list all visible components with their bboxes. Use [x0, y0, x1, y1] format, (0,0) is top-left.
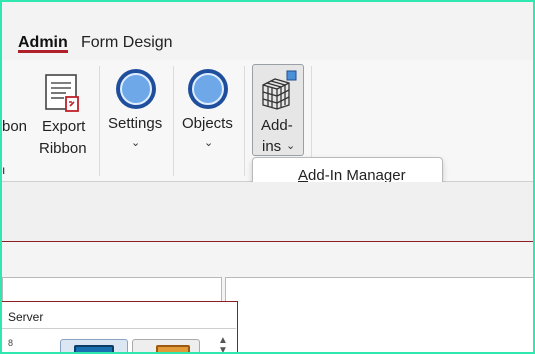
dialog-title: Server: [8, 310, 44, 324]
partial-separator-mark: ı: [2, 163, 6, 177]
server-tile-orange[interactable]: [132, 339, 200, 352]
orange-server-icon: [156, 345, 190, 352]
right-pane: [225, 277, 533, 352]
objects-label: Objects: [182, 115, 233, 132]
dialog-divider: [2, 328, 236, 329]
export-ribbon-icon: [45, 74, 79, 112]
objects-circle-icon: [188, 69, 228, 109]
app-window: Admin Form Design bon ı Export Ribbon Se…: [0, 0, 535, 354]
title-strip: [2, 2, 533, 24]
tab-form-design[interactable]: Form Design: [81, 34, 173, 52]
side-number: 8: [8, 338, 14, 348]
cube-grid-icon: [262, 70, 297, 110]
export-ribbon-label-1: Export: [42, 118, 86, 135]
chevron-down-icon: ⌄: [286, 140, 296, 152]
ribbon-separator: [244, 66, 245, 176]
export-ribbon-label-2: Ribbon: [39, 140, 87, 157]
settings-label: Settings: [108, 115, 163, 132]
scroll-down-icon[interactable]: ▼: [218, 345, 228, 352]
chevron-down-icon: ⌄: [131, 137, 141, 149]
add-ins-button[interactable]: Add- ins ⌄: [252, 64, 304, 156]
active-tab-underline: [18, 50, 68, 53]
add-ins-label-2: ins: [262, 138, 282, 155]
server-tile-blue[interactable]: [60, 339, 128, 352]
ribbon-separator: [173, 66, 174, 176]
ribbon-tabs: Admin Form Design: [2, 24, 533, 60]
toolbar-band: [2, 182, 533, 242]
partial-ribbon-label[interactable]: bon: [2, 116, 27, 137]
ribbon-separator: [99, 66, 100, 176]
chevron-down-icon: ⌄: [204, 137, 214, 149]
settings-circle-icon: [116, 69, 156, 109]
add-ins-label-1: Add-: [261, 117, 293, 134]
blue-server-icon: [74, 345, 114, 352]
